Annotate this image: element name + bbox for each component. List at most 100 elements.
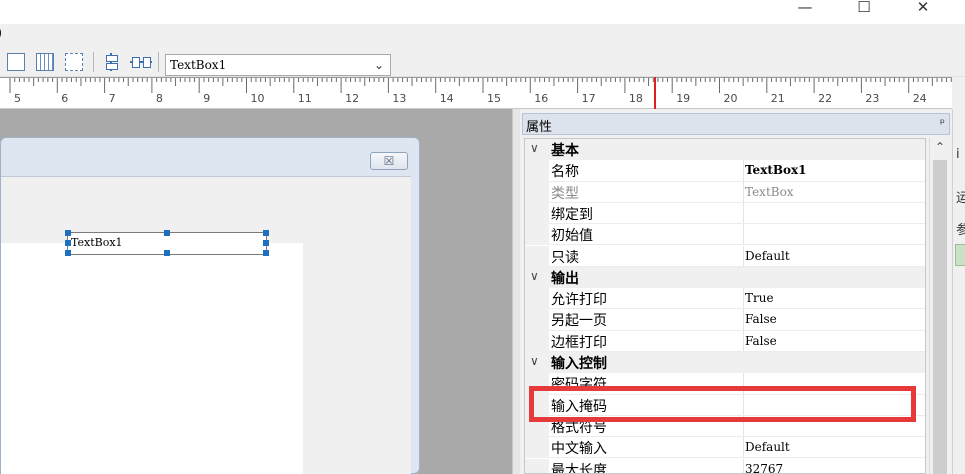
maximize-button[interactable]: ☐ (841, 0, 887, 16)
column-divider[interactable] (743, 309, 744, 331)
property-name: 另起一页 (551, 313, 607, 330)
column-divider[interactable] (743, 373, 744, 395)
column-divider[interactable] (743, 330, 744, 352)
resize-handle[interactable] (263, 250, 269, 256)
property-category[interactable]: ∨ 基本 (525, 139, 925, 161)
form-window[interactable]: ☒ TextBox1 (0, 137, 420, 474)
property-row[interactable]: 初始值 (525, 224, 925, 246)
property-grid[interactable]: ∨ 基本名称 TextBox1 类型 TextBox 绑定到初始值只读 Default ∨ 输出… (524, 138, 926, 474)
column-divider[interactable] (743, 224, 744, 246)
property-name: 初始值 (551, 228, 593, 245)
ruler-label: 17 (581, 92, 596, 105)
property-value[interactable]: 32767 (745, 462, 783, 474)
resize-handle[interactable] (263, 240, 269, 246)
property-value[interactable]: TextBox (745, 185, 794, 199)
category-label: 输出 (551, 270, 579, 287)
property-row[interactable]: 另起一页 False (525, 309, 925, 331)
property-name: 输入掩码 (551, 398, 607, 415)
column-divider[interactable] (743, 202, 744, 225)
ruler-label: 24 (912, 92, 927, 105)
property-name: 中文输入 (551, 441, 607, 458)
ruler-label: 5 (14, 92, 21, 105)
property-value[interactable]: TextBox1 (745, 163, 807, 177)
minimize-button[interactable]: — (782, 0, 828, 16)
category-label: 基本 (551, 143, 579, 159)
chevron-down-icon[interactable]: ⌄ (370, 55, 388, 75)
property-row[interactable]: 只读 Default (525, 245, 925, 267)
column-divider[interactable] (743, 181, 744, 203)
property-name: 名称 (551, 164, 579, 181)
horizontal-ruler: 5 6 7 8 9 10 11 12 13 14 15 16 17 18 19 20 21 22 23 24 (0, 77, 952, 109)
property-gutter (525, 160, 549, 182)
scroll-up-icon[interactable]: ⌃ (930, 140, 950, 156)
pin-icon[interactable]: ᵖ (940, 116, 945, 130)
property-category[interactable]: ∨ 输出 (525, 266, 925, 289)
property-category[interactable]: ∨ 输入控制 (525, 352, 925, 374)
property-name: 只读 (551, 249, 579, 266)
property-gutter (525, 458, 549, 473)
property-row[interactable]: 格式符号 (525, 415, 925, 438)
select-icon[interactable] (65, 53, 83, 71)
ruler-label: 23 (865, 92, 880, 105)
property-row[interactable]: 边框打印 False (525, 330, 925, 352)
ruler-label: 7 (108, 92, 116, 105)
resize-handle[interactable] (164, 230, 170, 236)
property-row[interactable]: 中文输入 Default (525, 437, 925, 459)
collapse-chevron-icon[interactable]: ∨ (530, 269, 539, 283)
resize-handle[interactable] (65, 250, 71, 256)
property-row[interactable]: 类型 TextBox (525, 181, 925, 203)
form-client-area[interactable]: TextBox1 (1, 176, 411, 474)
vertical-spacing-icon[interactable] (105, 53, 118, 71)
resize-handle[interactable] (65, 230, 71, 236)
property-gutter (525, 245, 549, 267)
property-gutter (525, 373, 549, 395)
column-divider[interactable] (743, 245, 744, 267)
property-value[interactable]: False (745, 334, 777, 348)
pane-splitter[interactable] (512, 109, 520, 474)
resize-handle[interactable] (65, 240, 71, 246)
property-row[interactable]: 允许打印 True (525, 288, 925, 310)
property-row[interactable]: 名称 TextBox1 (525, 160, 925, 182)
side-pane: i 运 参 (952, 109, 965, 474)
property-value[interactable]: True (745, 291, 774, 305)
column-divider[interactable] (743, 458, 744, 473)
property-name: 最大长度 (551, 462, 607, 474)
properties-title: 属性 (526, 120, 553, 135)
collapse-chevron-icon[interactable]: ∨ (530, 141, 539, 155)
property-name: 边框打印 (551, 334, 607, 351)
horizontal-spacing-icon[interactable] (130, 56, 152, 68)
design-surface[interactable]: ☒ TextBox1 (0, 109, 512, 474)
column-divider[interactable] (743, 415, 744, 438)
form-content-area[interactable] (1, 243, 303, 474)
property-name: 密码字符 (551, 377, 607, 394)
column-divider[interactable] (743, 288, 744, 310)
resize-handle[interactable] (263, 230, 269, 236)
property-value[interactable]: Default (745, 249, 790, 263)
ruler-ticks (0, 77, 952, 109)
property-name: 格式符号 (551, 419, 607, 436)
ruler-label: 12 (345, 92, 360, 105)
control-select[interactable]: TextBox1 ⌄ (165, 54, 391, 76)
collapse-chevron-icon[interactable]: ∨ (530, 354, 539, 368)
ruler-label: 6 (61, 92, 69, 105)
close-button[interactable]: ✕ (900, 0, 946, 16)
column-divider[interactable] (743, 394, 744, 416)
property-value[interactable]: Default (745, 440, 790, 454)
form-close-button[interactable]: ☒ (370, 152, 408, 170)
property-row[interactable]: 密码字符 (525, 373, 925, 395)
menu-fragment[interactable]: ) (0, 26, 2, 41)
property-row[interactable]: 绑定到 (525, 202, 925, 225)
property-scrollbar[interactable]: ⌃ (929, 138, 949, 474)
side-pane-char: 参 (956, 219, 965, 238)
scrollbar-thumb[interactable] (933, 160, 947, 474)
align-icon[interactable] (7, 53, 25, 71)
ruler-corner (952, 77, 965, 109)
resize-handle[interactable] (164, 250, 170, 256)
property-row[interactable]: 最大长度 32767 (525, 458, 925, 474)
property-row[interactable]: 输入掩码 (525, 394, 925, 416)
column-divider[interactable] (743, 437, 744, 459)
property-value[interactable]: False (745, 312, 777, 326)
column-divider[interactable] (743, 160, 744, 182)
grid-icon[interactable] (36, 53, 54, 71)
side-pane-button[interactable] (955, 244, 965, 266)
